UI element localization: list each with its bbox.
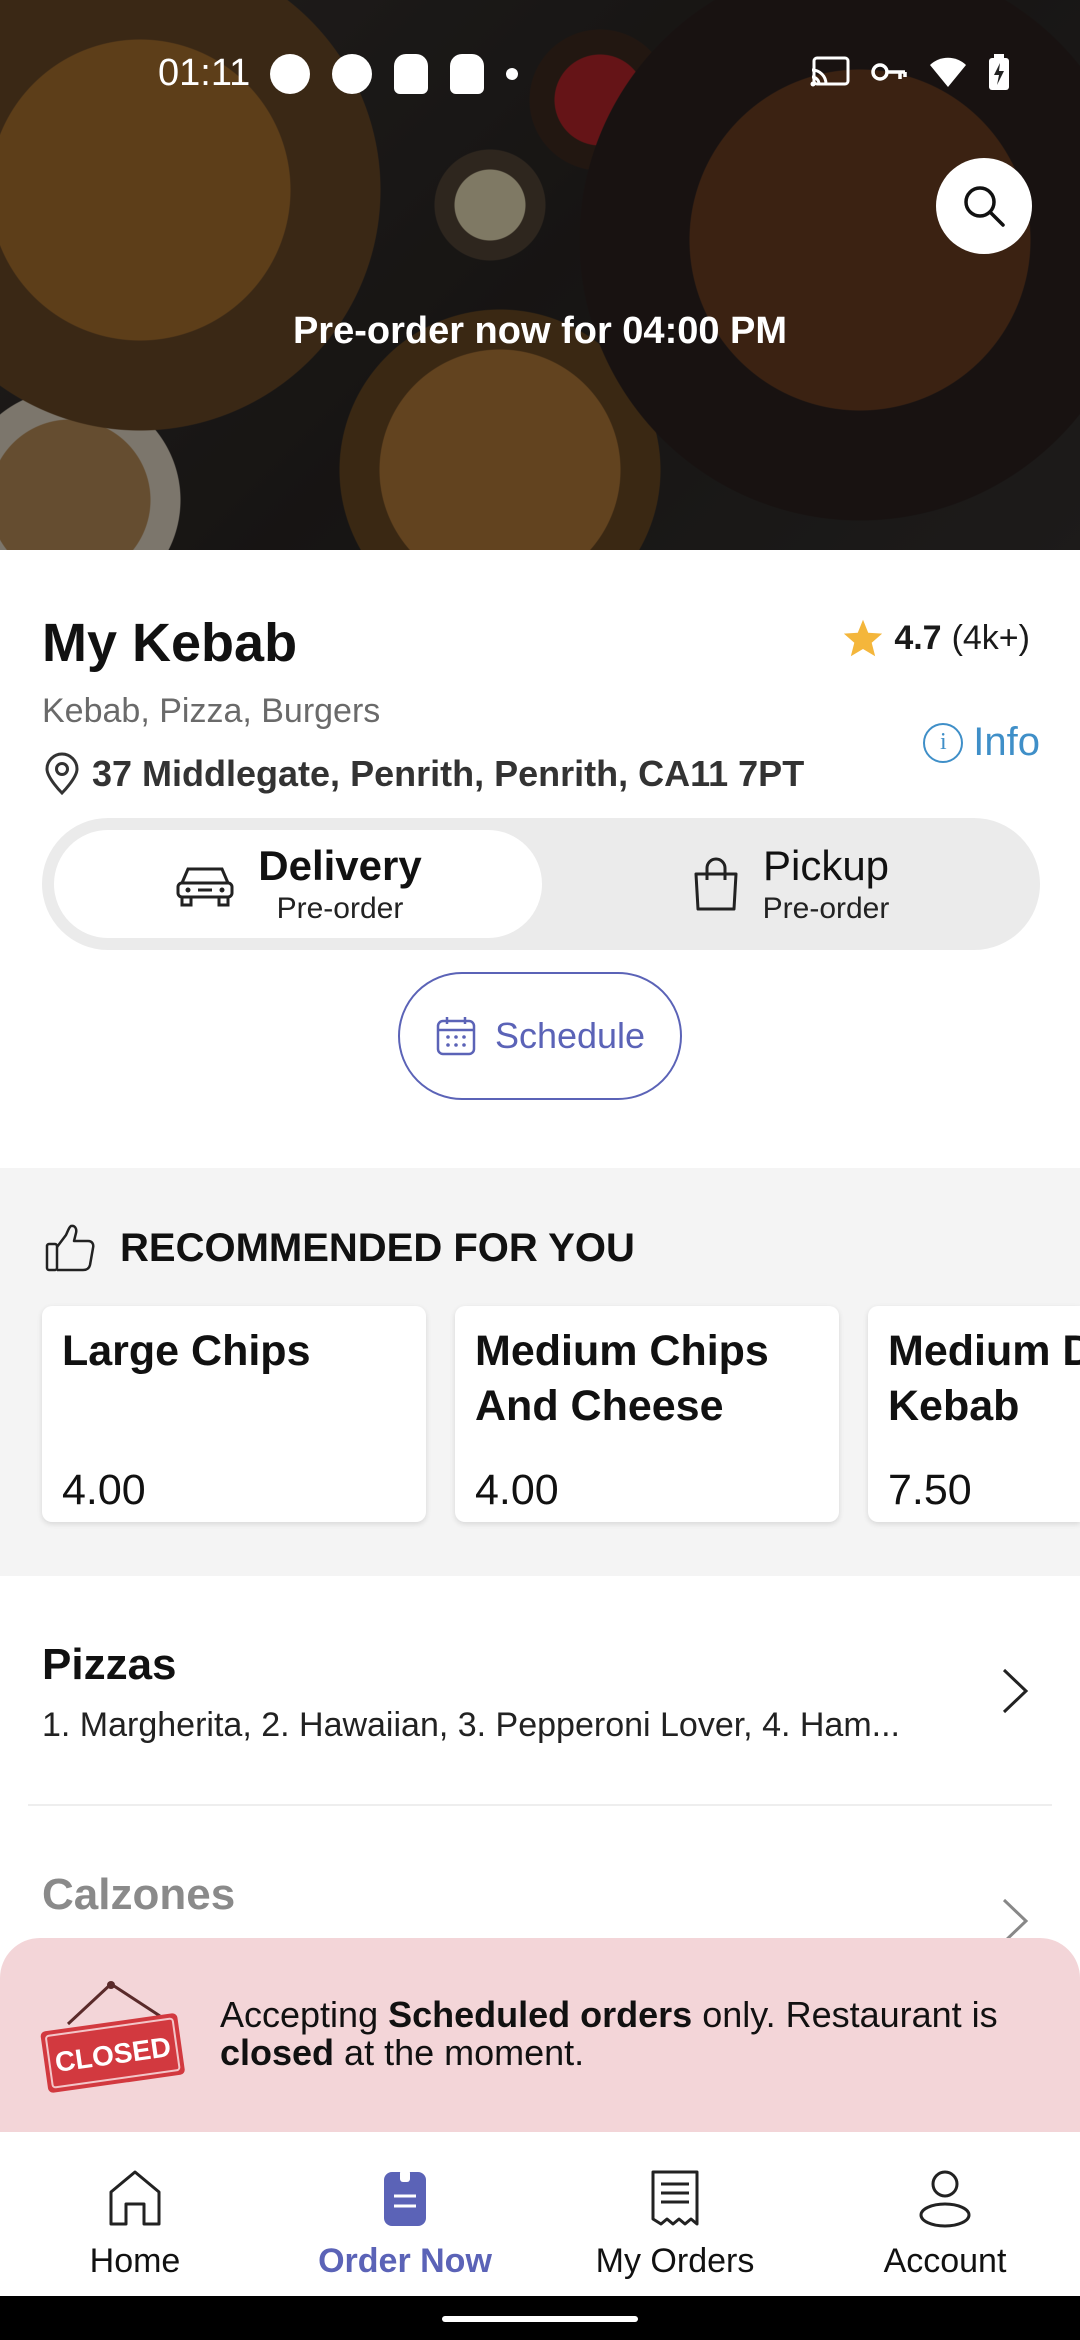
recommended-title: RECOMMENDED FOR YOU: [120, 1225, 635, 1270]
search-icon: [964, 186, 1005, 227]
notification-icons: [270, 54, 518, 94]
address-text: 37 Middlegate, Penrith, Penrith, CA11 7P…: [92, 753, 805, 794]
order-mode-toggle: Delivery Pre-order Pickup Pre-order: [42, 818, 1040, 950]
shopping-bag-icon: [694, 857, 738, 911]
battery-icon: [989, 54, 1009, 90]
home-gesture-handle[interactable]: [442, 2316, 638, 2322]
nav-my-orders-label: My Orders: [595, 2242, 755, 2280]
calendar-icon: [436, 1017, 476, 1056]
recommended-item-price: 4.00: [62, 1466, 146, 1514]
closed-text-bold: Scheduled orders: [388, 1994, 693, 2035]
notification-icon: [332, 54, 372, 94]
recommended-item-price: 4.00: [475, 1466, 559, 1514]
restaurant-rating: 4.7 (4k+): [842, 618, 1030, 658]
delivery-label: Delivery: [258, 842, 422, 889]
closed-notice-text: Accepting Scheduled orders only. Restaur…: [220, 1996, 1040, 2072]
recommended-item-name: Large Chips: [62, 1327, 311, 1375]
pickup-option[interactable]: Pickup Pre-order: [552, 830, 1028, 938]
recommended-item-name: Medium Chips And Cheese: [475, 1327, 769, 1431]
hero-banner: 01:11 Pre-order now for 04:00 PM: [0, 0, 1080, 550]
closed-sign-icon: CLOSED: [40, 1981, 185, 2093]
closed-text-part: only. Restaurant is: [692, 1994, 998, 2035]
search-button[interactable]: [936, 158, 1032, 254]
restaurant-name: My Kebab: [42, 613, 298, 673]
location-pin-icon: [45, 752, 79, 796]
divider: [28, 1804, 1052, 1806]
pickup-sublabel: Pre-order: [762, 892, 890, 925]
closed-text-part: Accepting: [220, 1994, 389, 2035]
menu-category-pizzas[interactable]: Pizzas 1. Margherita, 2. Hawaiian, 3. Pe…: [0, 1604, 1080, 1804]
delivery-sublabel: Pre-order: [276, 892, 404, 925]
status-bar: 01:11: [0, 40, 1080, 110]
info-button[interactable]: i Info: [923, 720, 1040, 765]
star-icon: [844, 619, 883, 657]
nav-my-orders[interactable]: My Orders: [540, 2132, 810, 2296]
chevron-right-icon: [1002, 1668, 1029, 1714]
pickup-label: Pickup: [762, 842, 890, 889]
recommended-header: RECOMMENDED FOR YOU: [44, 1223, 635, 1273]
nav-home-label: Home: [89, 2242, 181, 2280]
closed-text-part: at the moment.: [334, 2031, 585, 2073]
notification-icon: [270, 54, 310, 94]
closed-notice-banner: CLOSED Accepting Scheduled orders only. …: [0, 1938, 1080, 2138]
restaurant-address: 37 Middlegate, Penrith, Penrith, CA11 7P…: [42, 752, 804, 796]
info-icon: i: [923, 722, 964, 763]
delivery-option[interactable]: Delivery Pre-order: [54, 830, 542, 938]
recommended-item-price: 7.50: [888, 1466, 972, 1514]
more-dot-icon: [506, 68, 518, 80]
wifi-icon: [930, 57, 966, 87]
thumbs-up-icon: [45, 1224, 95, 1272]
recommended-item-card[interactable]: Medium Doner Kebab 7.50: [868, 1306, 1080, 1522]
android-icon: [450, 54, 484, 94]
preorder-banner-text: Pre-order now for 04:00 PM: [292, 310, 788, 352]
category-items-preview: 1. Margherita, 2. Hawaiian, 3. Pepperoni…: [42, 1706, 901, 1744]
system-gesture-bar: [0, 2296, 1080, 2340]
receipt-icon: [651, 2170, 699, 2226]
system-icons: [810, 54, 1010, 90]
nav-order-now-label: Order Now: [318, 2242, 492, 2280]
rating-value: 4.7: [894, 618, 942, 657]
bottom-navigation: Home Order Now My Orders Account: [0, 2132, 1080, 2296]
nav-account[interactable]: Account: [810, 2132, 1080, 2296]
vpn-key-icon: [871, 63, 907, 81]
status-time: 01:11: [158, 52, 251, 94]
category-title: Calzones: [42, 1870, 236, 1919]
nav-order-now[interactable]: Order Now: [270, 2132, 540, 2296]
schedule-button[interactable]: Schedule: [398, 972, 682, 1100]
recommended-item-card[interactable]: Medium Chips And Cheese 4.00: [455, 1306, 839, 1522]
category-title: Pizzas: [42, 1640, 177, 1689]
nav-account-label: Account: [883, 2242, 1007, 2280]
recommended-item-name: Medium Doner Kebab: [888, 1327, 1080, 1431]
home-icon: [109, 2170, 161, 2226]
info-label: Info: [973, 720, 1040, 764]
chevron-right-icon: [1002, 1898, 1029, 1938]
android-icon: [394, 54, 428, 94]
cast-icon: [810, 56, 850, 87]
closed-text-bold: closed: [220, 2031, 335, 2073]
schedule-label: Schedule: [494, 1015, 646, 1056]
rating-count: (4k+): [951, 618, 1030, 657]
recommended-section: RECOMMENDED FOR YOU Large Chips 4.00 Med…: [0, 1168, 1080, 1576]
menu-category-calzones[interactable]: Calzones: [0, 1830, 1080, 1938]
recommended-item-card[interactable]: Large Chips 4.00: [42, 1306, 426, 1522]
cuisine-list: Kebab, Pizza, Burgers: [42, 692, 381, 730]
order-icon: [384, 2170, 426, 2226]
nav-home[interactable]: Home: [0, 2132, 270, 2296]
car-icon: [176, 867, 234, 907]
user-icon: [919, 2170, 971, 2228]
